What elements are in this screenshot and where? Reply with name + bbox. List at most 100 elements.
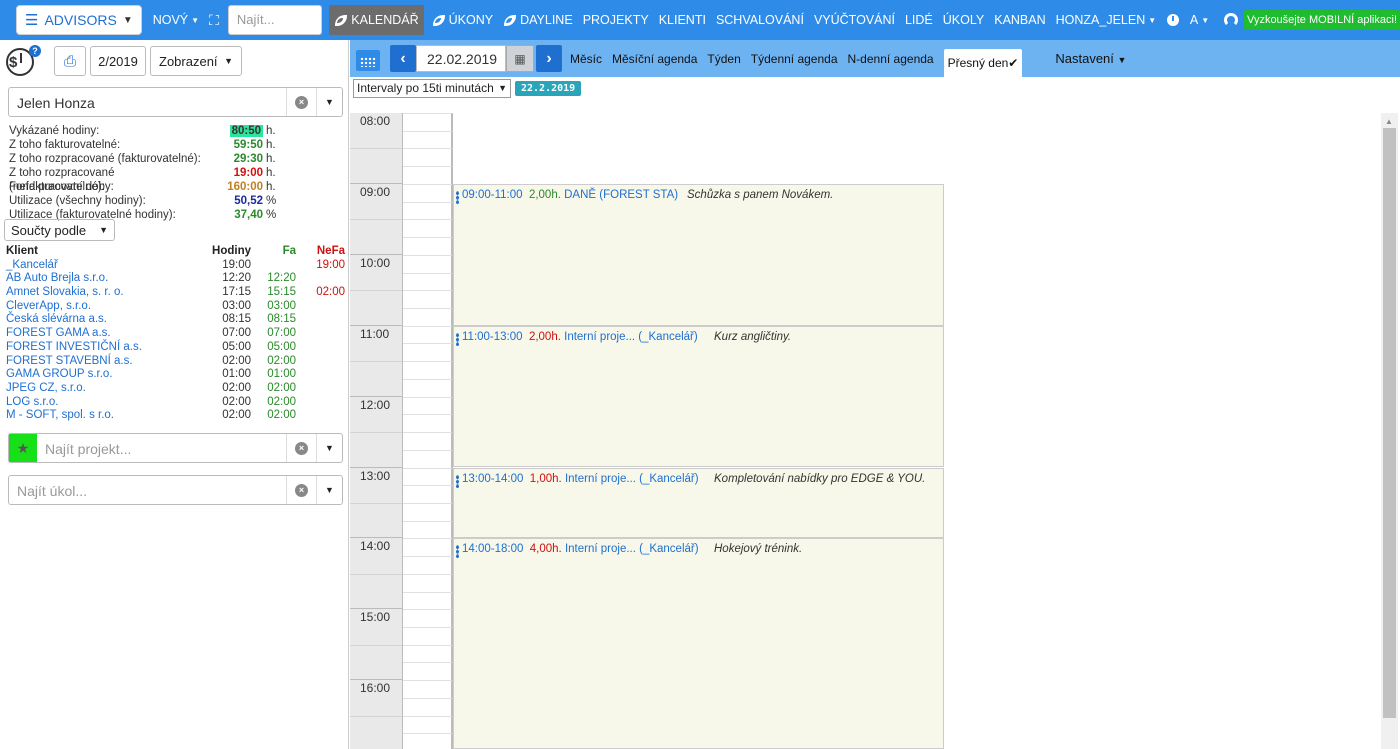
drag-handle-icon[interactable] (456, 332, 459, 346)
global-search-input[interactable]: Najít... (227, 5, 323, 35)
period-button[interactable]: 2/2019 (90, 46, 146, 76)
nav-lide[interactable]: LIDÉ (905, 13, 933, 27)
datepicker-button[interactable]: ▦ (506, 45, 534, 72)
nav-schvalovani[interactable]: SCHVALOVÁNÍ (716, 13, 804, 27)
scrollbar-thumb[interactable] (1383, 128, 1396, 718)
prev-day-button[interactable]: ‹ (390, 45, 416, 72)
client-name[interactable]: FOREST GAMA a.s. (6, 327, 206, 341)
client-name[interactable]: AB Auto Brejla s.r.o. (6, 272, 206, 286)
calendar-icon[interactable] (356, 47, 380, 71)
client-name[interactable]: FOREST INVESTIČNÍ a.s. (6, 341, 206, 355)
tab-mesic[interactable]: Měsíc (570, 52, 602, 66)
event-time[interactable]: 09:00-11:00 (462, 189, 523, 201)
calendar-small-icon: ▦ (514, 51, 526, 66)
table-row[interactable]: FOREST STAVEBNÍ a.s. 02:00 02:00 (6, 355, 346, 369)
event-time[interactable]: 13:00-14:00 (462, 473, 523, 485)
table-row[interactable]: FOREST INVESTIČNÍ a.s. 05:00 05:00 (6, 341, 346, 355)
tab-tyden[interactable]: Týden (707, 52, 740, 66)
nav-projekty[interactable]: PROJEKTY (583, 13, 649, 27)
clock-icon[interactable] (1167, 14, 1179, 26)
help-icon[interactable]: ? (29, 45, 41, 57)
slot-line (403, 644, 453, 646)
client-name[interactable]: LOG s.r.o. (6, 396, 206, 410)
client-name[interactable]: JPEG CZ, s.r.o. (6, 382, 206, 396)
calendar-event[interactable]: 14:00-18:00 4,00h. Interní proje... (_Ka… (453, 538, 944, 749)
client-name[interactable]: GAMA GROUP s.r.o. (6, 368, 206, 382)
clear-button[interactable]: × (286, 434, 316, 462)
dropdown-button[interactable]: ▼ (316, 476, 342, 504)
drag-handle-icon[interactable] (456, 190, 459, 204)
task-search[interactable]: Najít úkol... × ▼ (8, 475, 343, 505)
hour-label: 09:00 (360, 184, 391, 199)
project-search-input[interactable]: Najít projekt... (37, 434, 286, 462)
project-search[interactable]: ★ Najít projekt... × ▼ (8, 433, 343, 463)
client-fa: 01:00 (267, 368, 296, 381)
client-name[interactable]: _Kancelář (6, 259, 206, 273)
time-money-icon[interactable]: $? (4, 44, 42, 78)
dropdown-button[interactable]: ▼ (316, 434, 342, 462)
table-row[interactable]: FOREST GAMA a.s. 07:00 07:00 (6, 327, 346, 341)
nav-ukoly[interactable]: ÚKOLY (943, 13, 984, 27)
group-by-dropdown[interactable]: Součty podle ▼ (4, 219, 115, 241)
tab-presny-den[interactable]: Přesný den✔ (943, 49, 1023, 77)
table-row[interactable]: Česká slévárna a.s. 08:15 08:15 (6, 313, 346, 327)
dropdown-button[interactable]: ▼ (316, 88, 342, 116)
star-icon[interactable]: ★ (9, 434, 37, 462)
client-name[interactable]: FOREST STAVEBNÍ a.s. (6, 355, 206, 369)
table-row[interactable]: GAMA GROUP s.r.o. 01:00 01:00 (6, 368, 346, 382)
drag-handle-icon[interactable] (456, 474, 459, 488)
table-row[interactable]: _Kancelář 19:00 19:00 (6, 259, 346, 273)
client-name[interactable]: Česká slévárna a.s. (6, 313, 206, 327)
tab-n-denni-agenda[interactable]: N-denní agenda (848, 52, 934, 66)
calendar-event[interactable]: 13:00-14:00 1,00h. Interní proje... (_Ka… (453, 467, 944, 539)
vertical-scrollbar[interactable]: ▲ (1381, 113, 1398, 749)
table-row[interactable]: LOG s.r.o. 02:00 02:00 (6, 396, 346, 410)
language-menu[interactable]: A ▼ (1190, 13, 1209, 27)
nav-kanban[interactable]: KANBAN (994, 13, 1045, 27)
event-project[interactable]: DANĚ (FOREST STA) (564, 189, 678, 201)
event-project[interactable]: Interní proje... (_Kancelář) (565, 543, 699, 555)
headset-icon[interactable] (1224, 13, 1239, 27)
client-name[interactable]: CleverApp, s.r.o. (6, 300, 206, 314)
slot-line (403, 609, 453, 611)
nav-dayline[interactable]: DAYLINE (503, 13, 573, 27)
user-menu[interactable]: HONZA_JELEN ▼ (1056, 13, 1157, 27)
table-row[interactable]: CleverApp, s.r.o. 03:00 03:00 (6, 300, 346, 314)
org-chart-icon[interactable]: ⛶ (209, 12, 219, 29)
client-name[interactable]: M - SOFT, spol. s r.o. (6, 409, 206, 423)
event-project[interactable]: Interní proje... (_Kancelář) (565, 473, 699, 485)
settings-dropdown[interactable]: Nastavení ▼ (1055, 51, 1126, 66)
tab-mesicni-agenda[interactable]: Měsíční agenda (612, 52, 697, 66)
next-day-button[interactable]: › (536, 45, 562, 72)
nav-ukony[interactable]: ÚKONY (432, 13, 493, 27)
clear-button[interactable]: × (286, 476, 316, 504)
nav-kalendar[interactable]: KALENDÁŘ (329, 5, 424, 35)
scroll-up-icon[interactable]: ▲ (1385, 117, 1393, 126)
nav-klienti[interactable]: KLIENTI (659, 13, 706, 27)
header-fa: Fa (282, 245, 296, 257)
person-select[interactable]: Jelen Honza × ▼ (8, 87, 343, 117)
task-search-input[interactable]: Najít úkol... (9, 476, 286, 504)
print-button[interactable]: ⎙ (54, 46, 86, 76)
mobile-app-button[interactable]: Vyzkoušejte MOBILNÍ aplikaci! (1244, 10, 1400, 30)
date-input[interactable]: 22.02.2019 (416, 45, 506, 72)
person-value[interactable]: Jelen Honza (9, 88, 286, 116)
drag-handle-icon[interactable] (456, 545, 459, 559)
client-name[interactable]: Amnet Slovakia, s. r. o. (6, 286, 206, 300)
event-time[interactable]: 11:00-13:00 (462, 331, 523, 343)
nav-vyuctovani[interactable]: VYÚČTOVÁNÍ (814, 13, 895, 27)
table-row[interactable]: JPEG CZ, s.r.o. 02:00 02:00 (6, 382, 346, 396)
calendar-event[interactable]: 11:00-13:00 2,00h. Interní proje... (_Ka… (453, 325, 944, 468)
new-menu[interactable]: NOVÝ ▼ (153, 13, 199, 27)
table-row[interactable]: AB Auto Brejla s.r.o. 12:20 12:20 (6, 272, 346, 286)
tab-tydenni-agenda[interactable]: Týdenní agenda (751, 52, 838, 66)
interval-select[interactable]: Intervaly po 15ti minutách ▼ (353, 78, 511, 98)
calendar-event[interactable]: 09:00-11:00 2,00h. DANĚ (FOREST STA) Schů… (453, 183, 944, 326)
advisors-menu-button[interactable]: ☰ ADVISORS ▼ (16, 5, 142, 35)
event-time[interactable]: 14:00-18:00 (462, 543, 523, 555)
view-dropdown[interactable]: Zobrazení ▼ (150, 46, 242, 76)
clear-button[interactable]: × (286, 88, 316, 116)
table-row[interactable]: Amnet Slovakia, s. r. o. 17:15 15:15 02:00 (6, 286, 346, 300)
event-project[interactable]: Interní proje... (_Kancelář) (564, 331, 698, 343)
table-row[interactable]: M - SOFT, spol. s r.o. 02:00 02:00 (6, 409, 346, 423)
